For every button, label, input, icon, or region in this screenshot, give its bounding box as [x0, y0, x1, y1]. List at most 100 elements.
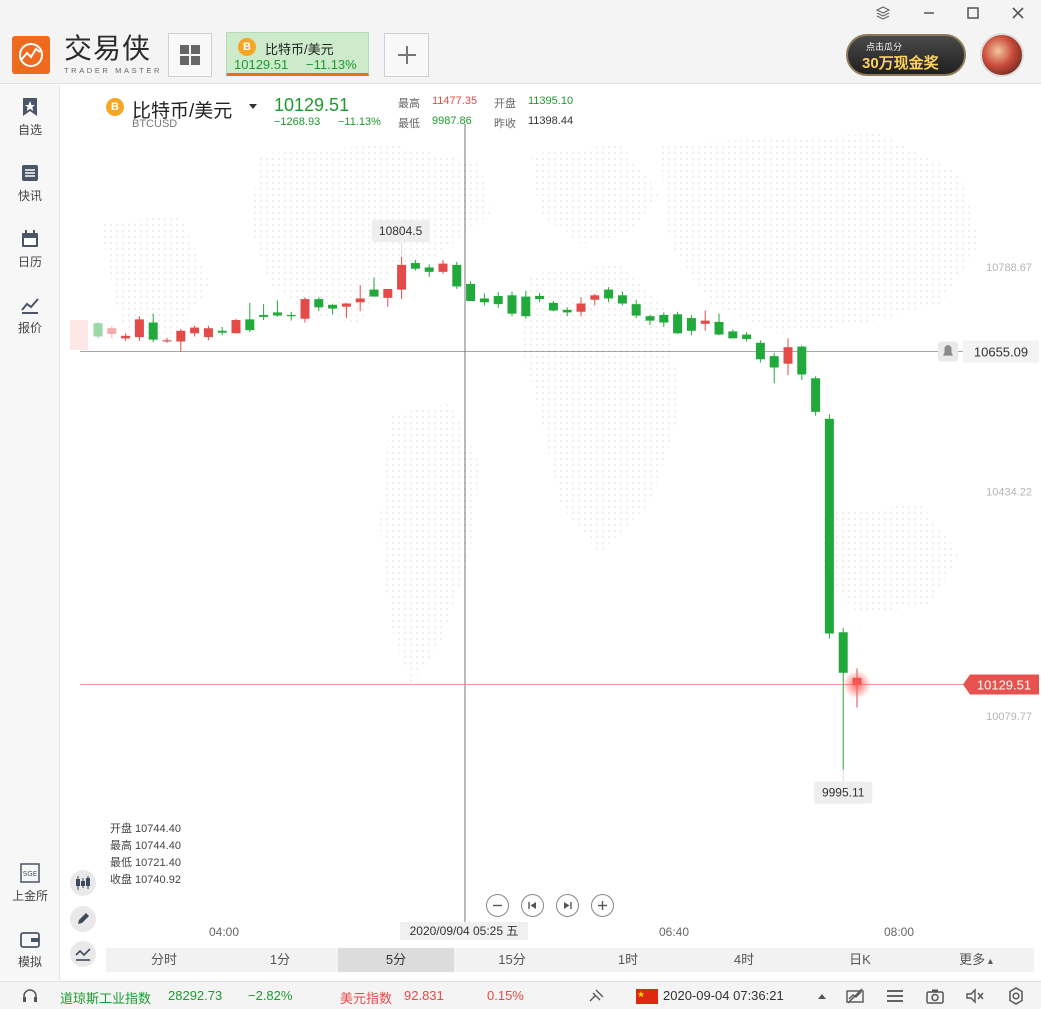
- index-dow-value: 28292.73: [168, 988, 223, 1003]
- period-tab[interactable]: 15分: [454, 948, 570, 972]
- candle-body: [162, 340, 172, 342]
- zoom-out-button[interactable]: [486, 894, 509, 917]
- candle-body: [673, 314, 683, 334]
- candle-body: [838, 632, 848, 673]
- last-price-label: 10129.51: [977, 677, 1031, 692]
- index-usd-name[interactable]: 美元指数: [340, 988, 392, 1007]
- settings-button[interactable]: [1006, 987, 1026, 1005]
- x-tick-label: 08:00: [884, 925, 914, 939]
- layout-grid-button[interactable]: [168, 33, 212, 77]
- nav-item-watchlist[interactable]: 自选: [0, 97, 60, 138]
- candle: [466, 281, 476, 301]
- alert-price-label: 10655.09: [974, 345, 1028, 360]
- candle: [700, 310, 710, 331]
- skin-button[interactable]: [872, 4, 894, 22]
- candle: [811, 376, 821, 416]
- last-price: 10129.51: [274, 95, 350, 115]
- promo-banner[interactable]: 点击瓜分 30万现金奖: [846, 34, 966, 76]
- period-tab[interactable]: 4时: [686, 948, 802, 972]
- period-tab[interactable]: 日K: [802, 948, 918, 972]
- minimize-button[interactable]: [918, 4, 940, 22]
- app-window: 交易侠 TRADER MASTER B 比特币/美元 10129.51 −11.…: [0, 0, 1041, 1009]
- prev-close-value: 11398.44: [528, 115, 574, 127]
- zoom-in-button[interactable]: [591, 894, 614, 917]
- candle: [452, 261, 462, 289]
- cursor-close: 收盘 10740.92: [110, 874, 181, 886]
- candle: [217, 326, 227, 336]
- bitcoin-icon: B: [106, 98, 124, 116]
- max-price-label: 10804.5: [379, 224, 423, 238]
- bell-icon: [938, 341, 958, 362]
- app-logo: [12, 36, 50, 74]
- wallet-icon: [20, 932, 40, 948]
- nav-label: 快讯: [17, 189, 42, 203]
- symbol-tab-btcusd[interactable]: B 比特币/美元 10129.51 −11.13%: [226, 32, 369, 76]
- expand-up-button[interactable]: [812, 987, 832, 1005]
- candle-body: [576, 303, 586, 312]
- candle-body: [631, 304, 641, 316]
- brand: 交易侠 TRADER MASTER: [64, 34, 162, 76]
- nav-item-quotes[interactable]: 报价: [0, 295, 60, 336]
- chevron-down-icon[interactable]: [249, 104, 257, 109]
- scroll-start-button[interactable]: [521, 894, 544, 917]
- candle: [797, 345, 807, 381]
- candle-body: [424, 267, 434, 272]
- period-tab[interactable]: 1分: [222, 948, 338, 972]
- candle-body: [203, 328, 213, 338]
- headset-icon: [23, 989, 37, 1002]
- user-avatar[interactable]: [980, 33, 1024, 77]
- plus-icon: [598, 901, 607, 910]
- list-button[interactable]: [885, 987, 905, 1005]
- svg-text:SGE: SGE: [23, 870, 37, 878]
- period-tab[interactable]: 1时: [570, 948, 686, 972]
- mute-button[interactable]: [965, 987, 985, 1005]
- symbol-code: BTCUSD: [132, 118, 178, 130]
- candle-body: [507, 295, 517, 314]
- nav-item-sge[interactable]: SGE 上金所: [0, 863, 60, 904]
- bookmark-icon: [23, 98, 37, 116]
- support-button[interactable]: [20, 987, 40, 1005]
- candle: [755, 340, 765, 363]
- screenshot-button[interactable]: [925, 987, 945, 1005]
- nav-item-simulate[interactable]: 模拟: [0, 931, 60, 970]
- maximize-button[interactable]: [962, 4, 984, 22]
- price-change: −1268.93: [274, 116, 321, 128]
- index-usd-value: 92.831: [404, 988, 444, 1003]
- candle-body: [217, 330, 227, 333]
- indicator-button[interactable]: [70, 941, 96, 967]
- period-tab[interactable]: 5分: [338, 948, 454, 972]
- candle: [203, 325, 213, 341]
- crosshair-date-label: 2020/09/04 05:25 五: [410, 924, 519, 938]
- bitcoin-icon: B: [238, 38, 256, 56]
- candle-body: [479, 298, 489, 303]
- close-button[interactable]: [1007, 4, 1029, 22]
- index-dow-name[interactable]: 道琼斯工业指数: [60, 988, 151, 1007]
- nav-item-calendar[interactable]: 日历: [0, 229, 60, 270]
- candlestick-chart[interactable]: 10788.67 10434.22 10079.77 04:00 06:40 08:00 2…: [60, 84, 1041, 946]
- candle-body: [590, 295, 600, 300]
- status-bar: 道琼斯工业指数 28292.73 −2.82% 美元指数 92.831 0.15…: [0, 981, 1041, 1009]
- candle-body: [742, 334, 752, 339]
- period-tab[interactable]: 更多 ▴: [918, 948, 1034, 972]
- add-symbol-button[interactable]: [384, 33, 429, 77]
- chart-canvas: 10788.67 10434.22 10079.77 04:00 06:40 08:00 2…: [70, 124, 1039, 940]
- offscreen-candle: [70, 320, 88, 350]
- candle: [121, 333, 131, 341]
- sge-icon: SGE: [20, 863, 40, 883]
- nav-item-news[interactable]: 快讯: [0, 163, 60, 204]
- connection-button[interactable]: [586, 987, 606, 1005]
- gear-icon: [1009, 987, 1023, 1005]
- chart-toggle-button[interactable]: [845, 987, 865, 1005]
- candle: [190, 325, 200, 337]
- cursor-low: 最低 10721.40: [110, 857, 181, 869]
- period-tab-label: 更多: [959, 952, 986, 967]
- period-tab[interactable]: 分时: [106, 948, 222, 972]
- scroll-end-button[interactable]: [556, 894, 579, 917]
- x-tick-label: 04:00: [209, 925, 239, 939]
- trend-line-icon: [21, 298, 39, 314]
- candle-body: [700, 320, 710, 324]
- draw-tool-button[interactable]: [70, 906, 96, 932]
- candle-body: [811, 378, 821, 412]
- nav-label: 自选: [17, 123, 42, 137]
- chart-type-button[interactable]: [70, 870, 96, 896]
